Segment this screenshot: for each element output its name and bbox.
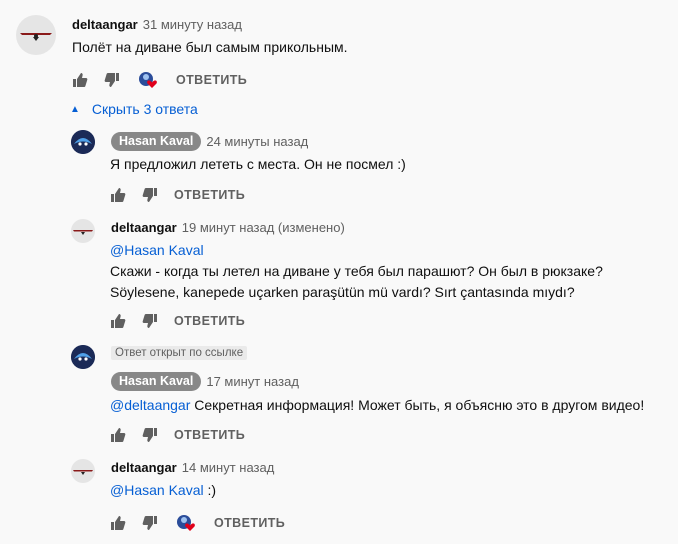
reply-time[interactable]: 17 минут назад bbox=[206, 374, 299, 389]
avatar[interactable] bbox=[16, 15, 56, 55]
thumb-up-icon[interactable] bbox=[110, 187, 126, 203]
reply-text: :) bbox=[203, 482, 217, 498]
mention-link[interactable]: @Hasan Kaval bbox=[110, 482, 204, 498]
thumb-down-icon[interactable] bbox=[142, 313, 158, 329]
reply-button[interactable]: ОТВЕТИТЬ bbox=[214, 516, 285, 530]
caret-up-icon: ▲ bbox=[70, 103, 80, 115]
thumb-up-icon[interactable] bbox=[72, 72, 88, 88]
avatar[interactable] bbox=[71, 459, 95, 483]
reply-time[interactable]: 14 минут назад bbox=[182, 460, 275, 475]
thumb-down-icon[interactable] bbox=[142, 515, 158, 531]
reply-button[interactable]: ОТВЕТИТЬ bbox=[174, 188, 245, 202]
reply-button[interactable]: ОТВЕТИТЬ bbox=[174, 428, 245, 442]
comment-text: Полёт на диване был самым прикольным. bbox=[72, 39, 348, 55]
thumb-up-icon[interactable] bbox=[110, 427, 126, 443]
comment-time[interactable]: 31 минуту назад bbox=[143, 17, 242, 32]
avatar[interactable] bbox=[71, 130, 95, 154]
thumb-down-icon[interactable] bbox=[142, 427, 158, 443]
hide-replies-label: Скрыть 3 ответа bbox=[91, 101, 198, 117]
reply-time[interactable]: 24 минуты назад bbox=[206, 134, 308, 149]
reply-text: Секретная информация! Может быть, я объя… bbox=[190, 397, 645, 413]
avatar[interactable] bbox=[71, 219, 95, 243]
reply-author[interactable]: Hasan Kaval bbox=[111, 371, 202, 391]
hide-replies-button[interactable]: ▲ Скрыть 3 ответа bbox=[70, 101, 198, 117]
reply-text: Я предложил лететь с места. Он не посмел… bbox=[110, 156, 406, 172]
reply-time[interactable]: 19 минут назад (изменено) bbox=[182, 220, 345, 235]
reply-author[interactable]: Hasan Kaval bbox=[111, 131, 202, 151]
creator-heart-icon bbox=[138, 71, 158, 89]
thumb-up-icon[interactable] bbox=[110, 313, 126, 329]
reply-text: Söylesene, kanepede uçarken paraşütün mü… bbox=[110, 284, 575, 300]
mention-link[interactable]: @Hasan Kaval bbox=[110, 242, 204, 258]
reply-author[interactable]: deltaangar bbox=[111, 460, 177, 475]
reply-button[interactable]: ОТВЕТИТЬ bbox=[176, 73, 247, 87]
creator-heart-icon bbox=[176, 514, 196, 532]
thumb-up-icon[interactable] bbox=[110, 515, 126, 531]
comment-author[interactable]: deltaangar bbox=[72, 17, 138, 32]
thumb-down-icon[interactable] bbox=[142, 187, 158, 203]
linked-reply-badge: Ответ открыт по ссылке bbox=[111, 346, 248, 360]
thumb-down-icon[interactable] bbox=[104, 72, 120, 88]
reply-author[interactable]: deltaangar bbox=[111, 220, 177, 235]
reply-button[interactable]: ОТВЕТИТЬ bbox=[174, 314, 245, 328]
avatar[interactable] bbox=[71, 345, 95, 369]
reply-text: Скажи - когда ты летел на диване у тебя … bbox=[110, 263, 603, 279]
mention-link[interactable]: @deltaangar bbox=[110, 397, 190, 413]
